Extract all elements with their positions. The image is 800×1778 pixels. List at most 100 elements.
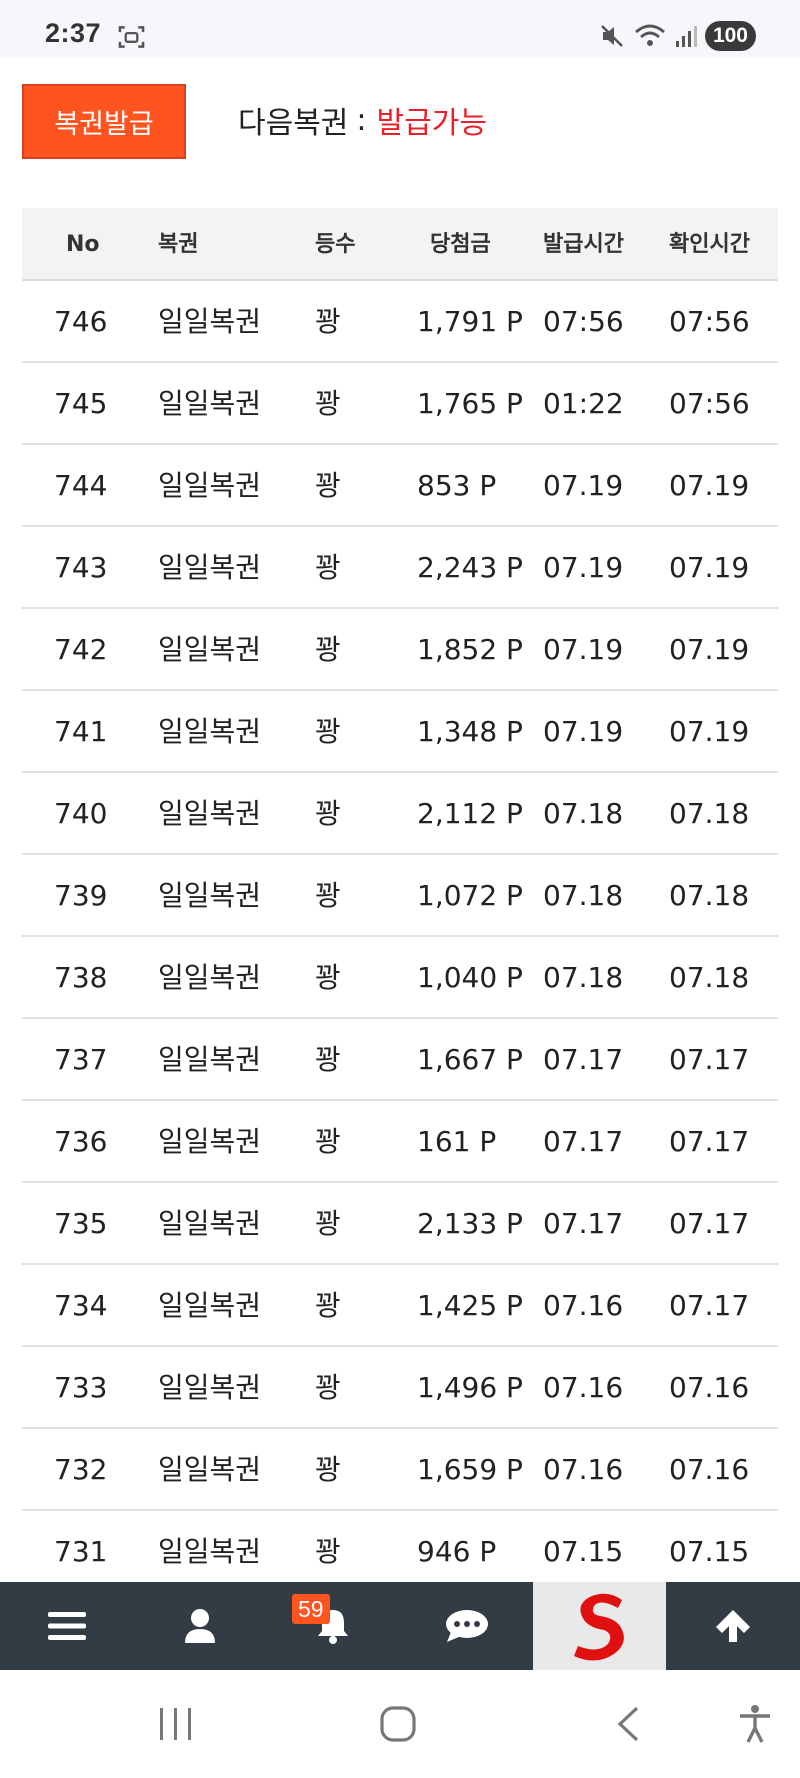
back-icon [617,1706,639,1742]
scroll-top-button[interactable] [666,1582,799,1670]
back-button[interactable] [592,1670,664,1778]
cell-rank: 꽝 [315,1043,341,1076]
table-row: 743 일일복권 꽝 2,243 P 07.19 07.19 [22,527,778,609]
cell-rank: 꽝 [315,879,341,912]
user-icon [184,1609,215,1643]
cell-rank: 꽝 [315,1289,341,1322]
cell-no: 734 [54,1289,108,1322]
cell-prize: 1,496 P [417,1371,523,1404]
recent-apps-button[interactable] [140,1670,212,1778]
cell-checked-time: 07.15 [669,1535,750,1568]
battery-indicator: 100 [704,21,756,51]
home-button[interactable] [362,1670,434,1778]
cell-checked-time: 07.18 [669,879,750,912]
cell-no: 742 [54,633,108,666]
cell-issued-time: 07.16 [543,1371,624,1404]
cell-checked-time: 07:56 [669,305,750,338]
cell-rank: 꽝 [315,715,341,748]
cell-issued-time: 07.19 [543,469,624,502]
column-header-rank: 등수 [315,232,356,257]
cell-ticket-type: 일일복권 [158,1453,262,1486]
menu-icon [47,1612,86,1640]
home-icon [380,1706,416,1742]
cell-rank: 꽝 [315,469,341,502]
cell-issued-time: 07:56 [543,305,624,338]
cell-prize: 1,040 P [417,961,523,994]
accessibility-button[interactable] [722,1670,788,1778]
cell-rank: 꽝 [315,305,341,338]
cell-ticket-type: 일일복권 [158,797,262,830]
accessibility-icon [740,1705,770,1743]
cell-checked-time: 07.17 [669,1043,750,1076]
cell-ticket-type: 일일복권 [158,715,262,748]
cell-prize: 1,765 P [417,387,523,420]
column-header-checked-time: 확인시간 [669,232,750,257]
cell-checked-time: 07.16 [669,1371,750,1404]
cell-checked-time: 07.19 [669,551,750,584]
cell-checked-time: 07.19 [669,469,750,502]
table-row: 734 일일복권 꽝 1,425 P 07.16 07.17 [22,1265,778,1347]
mute-icon [601,25,623,47]
next-ticket-value: 발급가능 [376,106,487,141]
table-body: 746 일일복권 꽝 1,791 P 07:56 07:56 745 일일복권 꽝 1,765 P… [22,281,778,1593]
table-row: 738 일일복권 꽝 1,040 P 07.18 07.18 [22,937,778,1019]
table-row: 733 일일복권 꽝 1,496 P 07.16 07.16 [22,1347,778,1429]
cell-rank: 꽝 [315,633,341,666]
cell-checked-time: 07.17 [669,1125,750,1158]
cell-prize: 1,425 P [417,1289,523,1322]
notifications-button[interactable] [266,1582,399,1670]
cell-issued-time: 07.19 [543,715,624,748]
chat-button[interactable] [400,1582,533,1670]
cell-ticket-type: 일일복권 [158,1371,262,1404]
cell-rank: 꽝 [315,551,341,584]
cell-no: 746 [54,305,108,338]
ticket-history-table: No 복권 등수 당첨금 발급시간 확인시간 746 일일복권 꽝 1,791 P 07… [22,208,778,1593]
site-logo [573,1593,624,1661]
cell-rank: 꽝 [315,1535,341,1568]
cell-no: 744 [54,469,108,502]
site-logo-button[interactable] [533,1582,666,1670]
cell-no: 745 [54,387,108,420]
cell-prize: 1,072 P [417,879,523,912]
cell-rank: 꽝 [315,797,341,830]
next-ticket-status: 다음복권 : 발급가능 [238,98,487,142]
chat-icon [445,1610,488,1642]
signal-icon [675,26,697,47]
table-header: No 복권 등수 당첨금 발급시간 확인시간 [22,208,778,281]
cell-no: 739 [54,879,108,912]
cell-ticket-type: 일일복권 [158,1289,262,1322]
arrow-up-icon [715,1610,750,1642]
cell-no: 731 [54,1535,108,1568]
cell-checked-time: 07.19 [669,715,750,748]
next-ticket-label: 다음복권 [238,106,349,141]
cell-prize: 1,659 P [417,1453,523,1486]
cell-issued-time: 07.15 [543,1535,624,1568]
cell-issued-time: 07.19 [543,633,624,666]
cell-rank: 꽝 [315,1207,341,1240]
bottom-nav: 59 [0,1582,800,1670]
menu-button[interactable] [0,1582,133,1670]
status-icons: 100 [599,20,756,52]
cell-no: 737 [54,1043,108,1076]
cell-prize: 161 P [417,1125,497,1158]
cell-prize: 2,112 P [417,797,523,830]
cell-no: 741 [54,715,108,748]
cell-ticket-type: 일일복권 [158,387,262,420]
cell-ticket-type: 일일복권 [158,1043,262,1076]
cell-prize: 1,791 P [417,305,523,338]
cell-prize: 1,348 P [417,715,523,748]
cell-prize: 946 P [417,1535,497,1568]
cell-no: 733 [54,1371,108,1404]
table-row: 746 일일복권 꽝 1,791 P 07:56 07:56 [22,281,778,363]
cell-ticket-type: 일일복권 [158,1535,262,1568]
cell-rank: 꽝 [315,1125,341,1158]
cell-no: 732 [54,1453,108,1486]
profile-button[interactable] [133,1582,266,1670]
cell-checked-time: 07.19 [669,633,750,666]
table-row: 732 일일복권 꽝 1,659 P 07.16 07.16 [22,1429,778,1511]
issue-ticket-button[interactable]: 복권발급 [22,84,186,159]
cell-no: 743 [54,551,108,584]
cell-checked-time: 07.18 [669,961,750,994]
recent-apps-icon [160,1708,191,1740]
cell-ticket-type: 일일복권 [158,551,262,584]
